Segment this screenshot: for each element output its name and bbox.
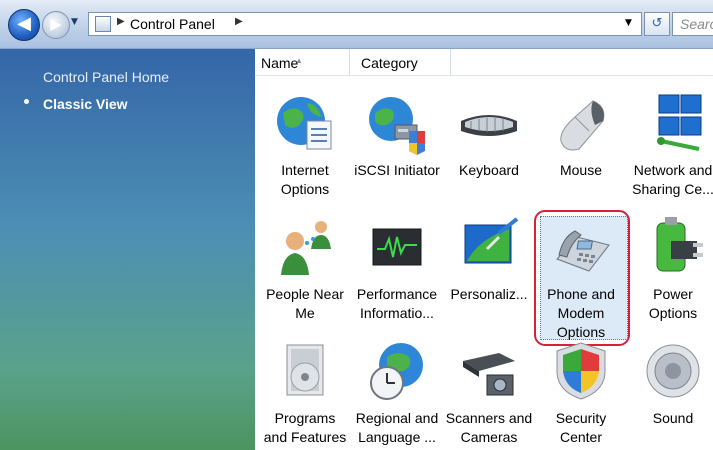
- regional-language-icon: [365, 339, 429, 403]
- scanners-cameras-icon: [457, 339, 521, 403]
- phone-modem-icon: [549, 215, 613, 279]
- breadcrumb-arrow-icon[interactable]: ▶: [235, 16, 243, 27]
- search-placeholder: Search: [680, 16, 713, 32]
- mouse-icon: [549, 91, 613, 155]
- item-label: Power: [653, 286, 693, 302]
- item-label: Personaliz...: [450, 286, 528, 302]
- item-security-center[interactable]: Security Center: [536, 339, 626, 447]
- people-near-me-icon: [273, 215, 337, 279]
- item-keyboard[interactable]: Keyboard: [444, 91, 534, 180]
- item-label: Options: [648, 305, 698, 321]
- item-network-sharing[interactable]: Network and Sharing Ce...: [628, 91, 713, 199]
- column-header-name[interactable]: ▲ Name: [255, 49, 350, 75]
- column-headers: ▲ Name Category: [255, 49, 713, 76]
- item-label: Keyboard: [459, 162, 519, 178]
- iscsi-initiator-icon: [365, 91, 429, 155]
- item-label: Options: [280, 181, 330, 197]
- item-internet-options[interactable]: Internet Options: [260, 91, 350, 199]
- search-input[interactable]: Search: [672, 12, 713, 36]
- address-bar: ◀ ▶ ▼ ▶ Control Panel ▶ ▼ ↺ Search: [0, 0, 713, 49]
- back-button[interactable]: ◀: [8, 9, 40, 41]
- item-personalization[interactable]: Personaliz...: [444, 215, 534, 304]
- item-label: Network and: [633, 162, 713, 178]
- control-panel-icon: [95, 16, 111, 32]
- keyboard-icon: [457, 91, 521, 155]
- programs-features-icon: [273, 339, 337, 403]
- item-regional-language[interactable]: Regional and Language ...: [352, 339, 442, 447]
- item-scanners-cameras[interactable]: Scanners and Cameras: [444, 339, 534, 447]
- item-label: Sharing Ce...: [632, 181, 713, 197]
- item-performance-information[interactable]: Performance Informatio...: [352, 215, 442, 323]
- item-label: and Features: [263, 429, 347, 445]
- item-programs-features[interactable]: Programs and Features: [260, 339, 350, 447]
- column-header-category[interactable]: Category: [351, 49, 451, 75]
- internet-options-icon: [273, 91, 337, 155]
- personalization-icon: [457, 215, 521, 279]
- item-sound[interactable]: Sound: [628, 339, 713, 428]
- item-label: Performance: [356, 286, 438, 302]
- power-options-icon: [641, 215, 705, 279]
- task-pane: Control Panel Home Classic View: [0, 49, 255, 450]
- item-power-options[interactable]: Power Options: [628, 215, 713, 323]
- item-people-near-me[interactable]: People Near Me: [260, 215, 350, 323]
- item-label: Internet: [281, 162, 329, 178]
- control-panel-items: Internet Options iSCSI Initiator Keyboar…: [255, 75, 713, 450]
- item-label: Mouse: [559, 162, 603, 178]
- forward-button[interactable]: ▶: [42, 11, 70, 39]
- item-label: Center: [559, 429, 603, 445]
- item-label: Sound: [652, 410, 694, 426]
- breadcrumb-arrow-icon[interactable]: ▶: [117, 16, 125, 27]
- address-dropdown-icon[interactable]: ▼: [625, 18, 632, 28]
- item-label: Informatio...: [360, 305, 434, 321]
- control-panel-home-link[interactable]: Control Panel Home: [43, 69, 169, 85]
- item-label: Me: [295, 305, 315, 321]
- item-label: Phone and: [547, 286, 615, 302]
- sound-icon: [641, 339, 705, 403]
- classic-view-link[interactable]: Classic View: [43, 96, 128, 112]
- security-center-icon: [549, 339, 613, 403]
- recent-pages-dropdown[interactable]: ▼: [71, 17, 78, 27]
- item-label: Cameras: [460, 429, 518, 445]
- sort-ascending-icon: ▲: [295, 56, 303, 65]
- item-label: Language ...: [358, 429, 436, 445]
- item-phone-modem-options[interactable]: Phone and Modem Options: [536, 215, 626, 342]
- item-label: Scanners and: [445, 410, 533, 426]
- item-label: Security: [555, 410, 607, 426]
- refresh-button[interactable]: ↺: [644, 12, 670, 36]
- performance-icon: [365, 215, 429, 279]
- item-mouse[interactable]: Mouse: [536, 91, 626, 180]
- address-field[interactable]: ▶ Control Panel ▶ ▼: [88, 12, 642, 36]
- item-label: Modem: [557, 305, 605, 321]
- item-label: Regional and: [355, 410, 439, 426]
- item-iscsi-initiator[interactable]: iSCSI Initiator: [352, 91, 442, 180]
- item-label: People Near: [266, 286, 344, 302]
- item-label: Programs: [274, 410, 336, 426]
- item-label: iSCSI Initiator: [354, 162, 440, 178]
- network-sharing-icon: [641, 91, 705, 155]
- bullet-icon: [24, 99, 29, 104]
- breadcrumb-control-panel[interactable]: Control Panel: [130, 16, 215, 32]
